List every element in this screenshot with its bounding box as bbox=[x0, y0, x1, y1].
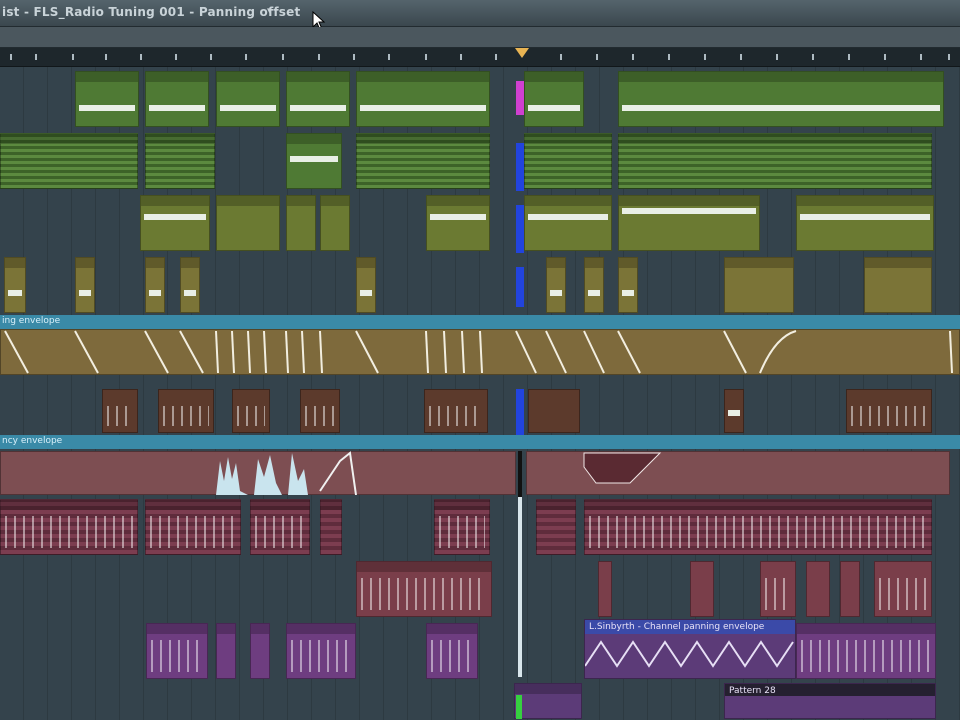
pattern-clip[interactable] bbox=[356, 561, 492, 617]
pattern-clip[interactable] bbox=[146, 623, 208, 679]
pattern-clip[interactable] bbox=[618, 71, 944, 127]
track-row[interactable] bbox=[0, 129, 960, 192]
pattern-clip[interactable] bbox=[846, 389, 932, 433]
automation-lane-header[interactable]: ncy envelope bbox=[0, 435, 960, 449]
pattern-clip[interactable] bbox=[216, 623, 236, 679]
track-row[interactable]: Pattern 28 bbox=[0, 681, 960, 720]
pattern-clip[interactable] bbox=[618, 195, 760, 251]
pattern-clip[interactable]: Pattern 28 bbox=[724, 683, 936, 719]
pattern-clip[interactable] bbox=[0, 133, 138, 189]
pattern-clip[interactable] bbox=[874, 561, 932, 617]
pattern-clip[interactable] bbox=[145, 71, 209, 127]
automation-lane-label: ing envelope bbox=[2, 316, 61, 326]
pattern-clip[interactable] bbox=[426, 195, 490, 251]
playhead-line bbox=[516, 81, 524, 677]
pattern-clip[interactable] bbox=[145, 499, 241, 555]
automation-clip-label: L.Sinbyrth - Channel panning envelope bbox=[589, 622, 765, 632]
pattern-clip-label: Pattern 28 bbox=[729, 686, 776, 696]
pattern-clip[interactable] bbox=[286, 133, 342, 189]
automation-curve bbox=[4, 330, 953, 374]
pattern-clip[interactable] bbox=[320, 499, 342, 555]
pattern-clip[interactable] bbox=[250, 499, 310, 555]
pattern-clip[interactable] bbox=[145, 133, 215, 189]
pattern-clip[interactable] bbox=[796, 195, 934, 251]
pattern-clip[interactable] bbox=[320, 195, 350, 251]
automation-curve bbox=[216, 451, 662, 495]
toolbar-strip bbox=[0, 27, 960, 48]
pattern-clip[interactable] bbox=[158, 389, 214, 433]
playlist-window: ist - FLS_Radio Tuning 001 - Panning off… bbox=[0, 0, 960, 720]
automation-track[interactable] bbox=[0, 329, 960, 376]
pattern-clip[interactable] bbox=[598, 561, 612, 617]
pattern-clip[interactable] bbox=[618, 257, 638, 313]
pattern-clip[interactable] bbox=[618, 133, 932, 189]
pattern-clip[interactable] bbox=[524, 133, 612, 189]
pattern-clip[interactable] bbox=[434, 499, 490, 555]
pattern-clip[interactable] bbox=[232, 389, 270, 433]
pattern-clip[interactable] bbox=[584, 499, 932, 555]
pattern-clip[interactable] bbox=[250, 623, 270, 679]
track-row[interactable] bbox=[0, 253, 960, 316]
pattern-clip[interactable] bbox=[806, 561, 830, 617]
dropdown-arrow-icon[interactable]: ▾ bbox=[267, 6, 272, 16]
pattern-clip[interactable] bbox=[528, 389, 580, 433]
lfo-wave bbox=[585, 640, 794, 668]
pattern-clip[interactable] bbox=[356, 71, 490, 127]
pattern-clip[interactable] bbox=[75, 257, 95, 313]
pattern-clip[interactable] bbox=[4, 257, 26, 313]
pattern-clip[interactable] bbox=[524, 195, 612, 251]
pattern-clip[interactable] bbox=[356, 257, 376, 313]
pattern-clip[interactable] bbox=[75, 71, 139, 127]
pattern-clip[interactable] bbox=[514, 683, 582, 719]
pattern-clip[interactable] bbox=[840, 561, 860, 617]
pattern-clip[interactable] bbox=[0, 499, 138, 555]
pattern-clip[interactable] bbox=[356, 133, 490, 189]
pattern-clip[interactable] bbox=[536, 499, 576, 555]
track-row[interactable] bbox=[0, 67, 960, 130]
automation-lane-label: ncy envelope bbox=[2, 436, 63, 446]
pattern-clip[interactable] bbox=[145, 257, 165, 313]
pattern-clip[interactable] bbox=[286, 623, 356, 679]
pattern-clip[interactable] bbox=[300, 389, 340, 433]
automation-lane-header[interactable]: ing envelope bbox=[0, 315, 960, 329]
pattern-clip[interactable] bbox=[724, 257, 794, 313]
pattern-clip[interactable] bbox=[796, 623, 936, 679]
pattern-clip[interactable] bbox=[524, 71, 584, 127]
pattern-clip[interactable] bbox=[724, 389, 744, 433]
pattern-clip[interactable] bbox=[216, 195, 280, 251]
pattern-clip[interactable] bbox=[584, 257, 604, 313]
track-row[interactable] bbox=[0, 557, 960, 620]
playlist-tracks: ing envelope ncy envelope L.Sinbyrth - C… bbox=[0, 67, 960, 720]
automation-clip-lfo[interactable]: L.Sinbyrth - Channel panning envelope bbox=[584, 619, 796, 679]
window-titlebar[interactable]: ist - FLS_Radio Tuning 001 - Panning off… bbox=[0, 0, 960, 27]
window-title: ist - FLS_Radio Tuning 001 - Panning off… bbox=[2, 5, 301, 19]
pattern-clip[interactable] bbox=[180, 257, 200, 313]
pattern-clip[interactable] bbox=[216, 71, 280, 127]
pattern-clip[interactable] bbox=[424, 389, 488, 433]
track-row[interactable] bbox=[0, 375, 960, 436]
automation-track[interactable] bbox=[0, 449, 960, 498]
pattern-clip[interactable] bbox=[140, 195, 210, 251]
pattern-clip[interactable] bbox=[102, 389, 138, 433]
pattern-clip[interactable] bbox=[760, 561, 796, 617]
pattern-clip[interactable] bbox=[864, 257, 932, 313]
pattern-clip[interactable] bbox=[690, 561, 714, 617]
pattern-clip[interactable] bbox=[286, 71, 350, 127]
track-row[interactable] bbox=[0, 497, 960, 558]
timeline-ruler[interactable] bbox=[0, 48, 960, 67]
track-row[interactable]: L.Sinbyrth - Channel panning envelope bbox=[0, 619, 960, 682]
pattern-clip[interactable] bbox=[546, 257, 566, 313]
track-row[interactable] bbox=[0, 191, 960, 254]
pattern-clip[interactable] bbox=[426, 623, 478, 679]
pattern-clip[interactable] bbox=[286, 195, 316, 251]
